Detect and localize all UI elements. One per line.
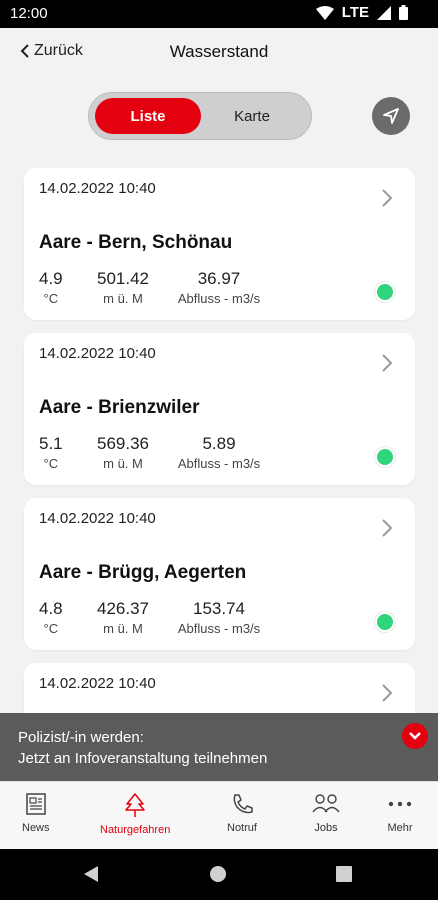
tab-label: News bbox=[22, 822, 50, 834]
banner-title: Polizist/-in werden: bbox=[18, 729, 144, 746]
banner-subtitle: Jetzt an Infoveranstaltung teilnehmen bbox=[18, 750, 268, 767]
tab-notruf[interactable]: Notruf bbox=[227, 792, 257, 834]
bottom-tab-bar: News Naturgefahren Notruf Jobs Mehr bbox=[0, 781, 438, 849]
timestamp: 14.02.2022 10:40 bbox=[39, 180, 156, 197]
system-nav-bar bbox=[0, 849, 438, 900]
timestamp: 14.02.2022 10:40 bbox=[39, 345, 156, 362]
phone-icon bbox=[233, 794, 253, 814]
chevron-right-icon bbox=[382, 519, 393, 537]
tab-jobs[interactable]: Jobs bbox=[311, 792, 341, 834]
chevron-right-icon bbox=[382, 354, 393, 372]
promo-banner[interactable]: Polizist/-in werden: Jetzt an Infoverans… bbox=[0, 713, 438, 781]
signal-icon bbox=[377, 5, 391, 20]
network-label: LTE bbox=[341, 4, 369, 21]
back-nav-icon[interactable] bbox=[82, 865, 100, 883]
tab-label: Jobs bbox=[314, 822, 338, 834]
tree-icon bbox=[125, 793, 145, 817]
page-title: Wasserstand bbox=[169, 42, 269, 61]
chevron-right-icon bbox=[382, 189, 393, 207]
discharge: 153.74 Abfluss - m3/s bbox=[177, 599, 261, 636]
status-indicator bbox=[375, 282, 395, 302]
app-header: Zurück Wasserstand bbox=[0, 28, 438, 78]
station-card[interactable]: 14.02.2022 10:40 Aare - Brügg, Aegerten … bbox=[24, 498, 415, 650]
tab-mehr[interactable]: Mehr bbox=[385, 792, 415, 834]
tab-label: Naturgefahren bbox=[100, 824, 171, 836]
discharge: 36.97 Abfluss - m3/s bbox=[177, 269, 261, 306]
station-name: Aare - Brügg, Aegerten bbox=[39, 562, 247, 583]
chevron-down-icon bbox=[409, 732, 421, 740]
timestamp: 14.02.2022 10:40 bbox=[39, 675, 156, 692]
status-bar: 12:00 LTE bbox=[0, 0, 438, 28]
status-indicator bbox=[375, 612, 395, 632]
temperature: 4.9 °C bbox=[39, 269, 63, 306]
banner-collapse-button[interactable] bbox=[402, 723, 428, 749]
more-icon bbox=[388, 801, 412, 807]
timestamp: 14.02.2022 10:40 bbox=[39, 510, 156, 527]
home-nav-icon[interactable] bbox=[209, 865, 227, 883]
tab-news[interactable]: News bbox=[22, 792, 50, 834]
status-indicator bbox=[375, 447, 395, 467]
water-level: 426.37 m ü. M bbox=[97, 599, 149, 636]
locate-button[interactable] bbox=[372, 97, 410, 135]
status-time: 12:00 bbox=[10, 5, 48, 22]
station-card[interactable]: 14.02.2022 10:40 Aare - Bern, Schönau 4.… bbox=[24, 168, 415, 320]
station-name: Aare - Brienzwiler bbox=[39, 397, 200, 418]
temperature: 5.1 °C bbox=[39, 434, 63, 471]
temperature: 4.8 °C bbox=[39, 599, 63, 636]
water-level: 569.36 m ü. M bbox=[97, 434, 149, 471]
station-name: Aare - Bern, Schönau bbox=[39, 232, 233, 253]
tab-label: Mehr bbox=[387, 822, 413, 834]
newspaper-icon bbox=[26, 793, 46, 815]
wifi-icon bbox=[315, 5, 334, 20]
water-level: 501.42 m ü. M bbox=[97, 269, 149, 306]
battery-icon bbox=[399, 5, 408, 20]
tab-label: Notruf bbox=[227, 822, 257, 834]
people-icon bbox=[312, 794, 340, 813]
tab-naturgefahren[interactable]: Naturgefahren bbox=[100, 792, 170, 836]
station-card[interactable]: 14.02.2022 10:40 Aare - Brienzwiler 5.1 °… bbox=[24, 333, 415, 485]
tab-karte[interactable]: Karte bbox=[199, 98, 305, 134]
tab-liste[interactable]: Liste bbox=[95, 98, 201, 134]
chevron-right-icon bbox=[382, 684, 393, 702]
discharge: 5.89 Abfluss - m3/s bbox=[177, 434, 261, 471]
recents-nav-icon[interactable] bbox=[336, 866, 352, 882]
navigation-arrow-icon bbox=[383, 108, 399, 124]
view-toggle: Liste Karte bbox=[88, 92, 312, 140]
